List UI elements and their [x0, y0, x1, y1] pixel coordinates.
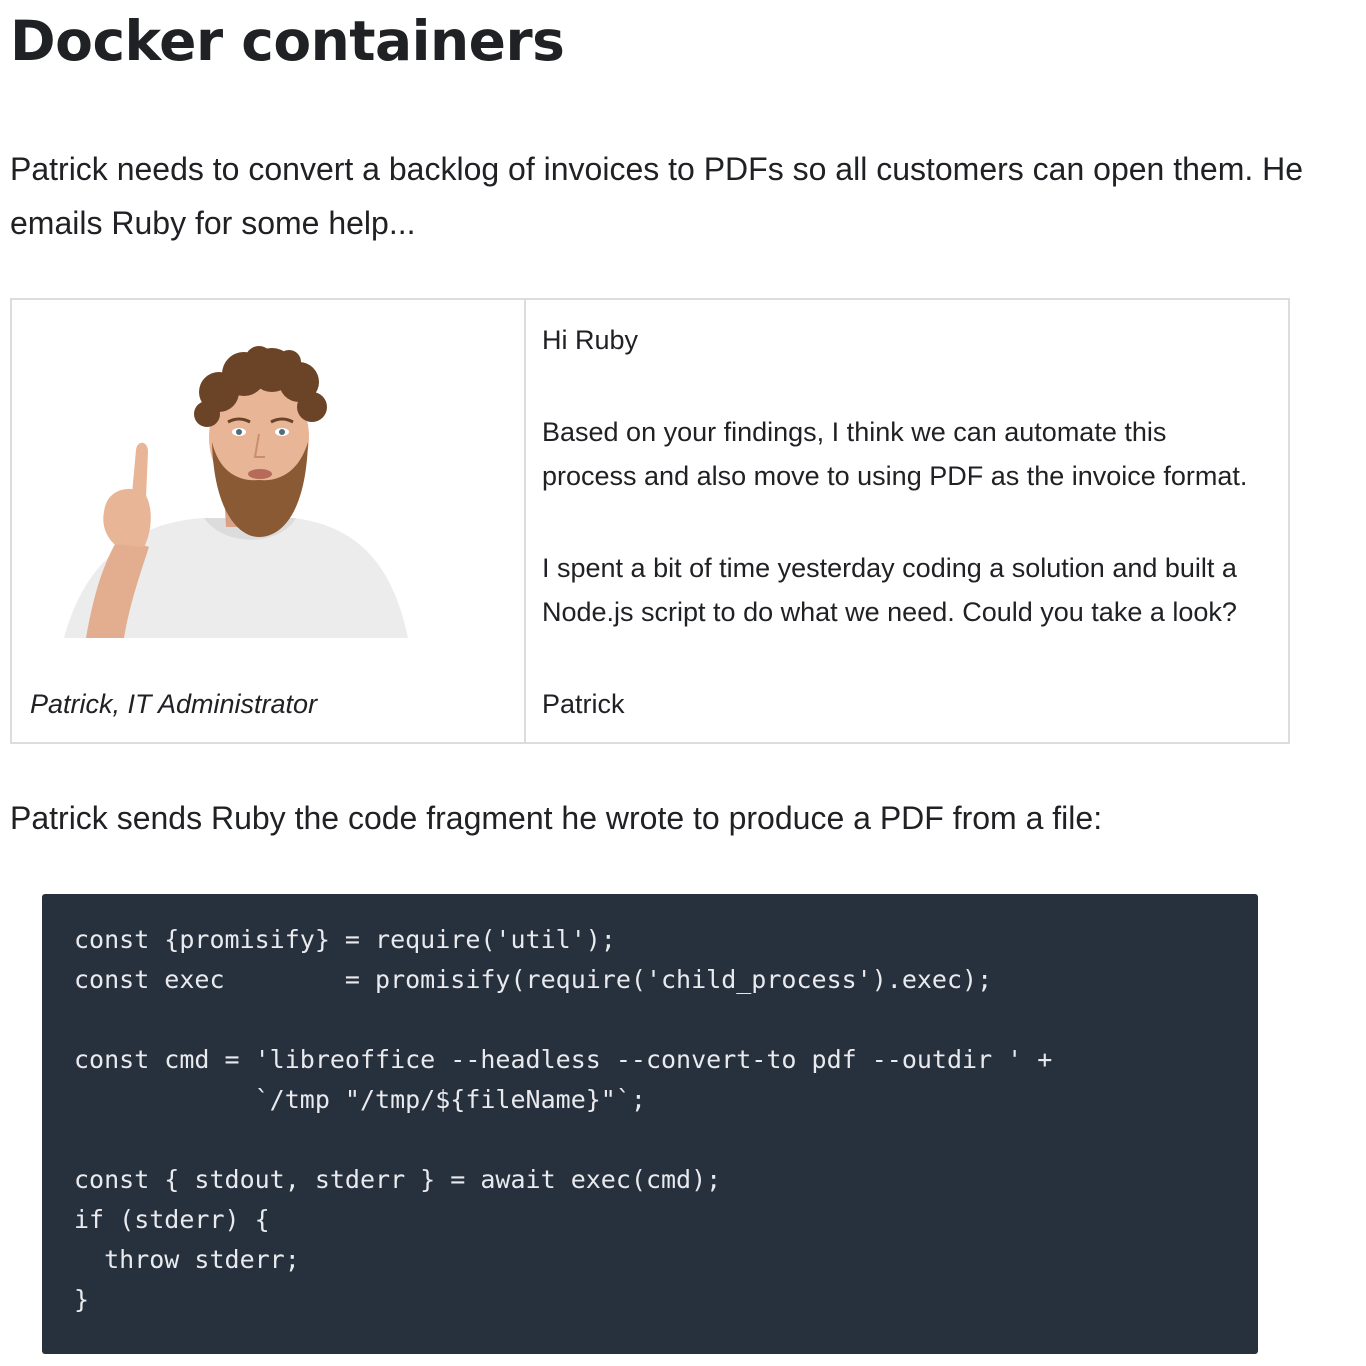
page-title: Docker containers	[10, 9, 565, 73]
code-block: const {promisify} = require('util'); con…	[42, 894, 1258, 1354]
email-signature: Patrick	[542, 689, 625, 719]
intro-paragraph: Patrick needs to convert a backlog of in…	[10, 151, 1304, 241]
code-line: const {promisify} = require('util');	[74, 925, 616, 954]
email-paragraph-2-line-2: Node.js script to do what we need. Could…	[542, 597, 1237, 627]
code-line: const { stdout, stderr } = await exec(cm…	[74, 1165, 722, 1194]
email-paragraph-1-line-2: process and also move to using PDF as th…	[542, 461, 1248, 491]
email-paragraph-1-line-1: Based on your findings, I think we can a…	[542, 417, 1167, 447]
code-line: throw stderr;	[74, 1245, 300, 1274]
email-table: Patrick, IT Administrator Hi Ruby Based …	[10, 298, 1290, 744]
code-line: }	[74, 1285, 90, 1314]
portrait-caption: Patrick, IT Administrator	[30, 689, 318, 719]
portrait-cell: Patrick, IT Administrator	[12, 300, 526, 742]
email-message: Hi Ruby Based on your findings, I think …	[526, 300, 1288, 742]
code-line: const cmd = 'libreoffice --headless --co…	[74, 1045, 1053, 1074]
code-intro-paragraph: Patrick sends Ruby the code fragment he …	[10, 800, 1103, 836]
email-greeting: Hi Ruby	[542, 325, 639, 355]
code-line: const exec = promisify(require('child_pr…	[74, 965, 993, 994]
code-line: `/tmp "/tmp/${fileName}"`;	[74, 1085, 646, 1114]
email-paragraph-2-line-1: I spent a bit of time yesterday coding a…	[542, 553, 1237, 583]
code-line: if (stderr) {	[74, 1205, 270, 1234]
patrick-portrait-image	[64, 346, 408, 638]
